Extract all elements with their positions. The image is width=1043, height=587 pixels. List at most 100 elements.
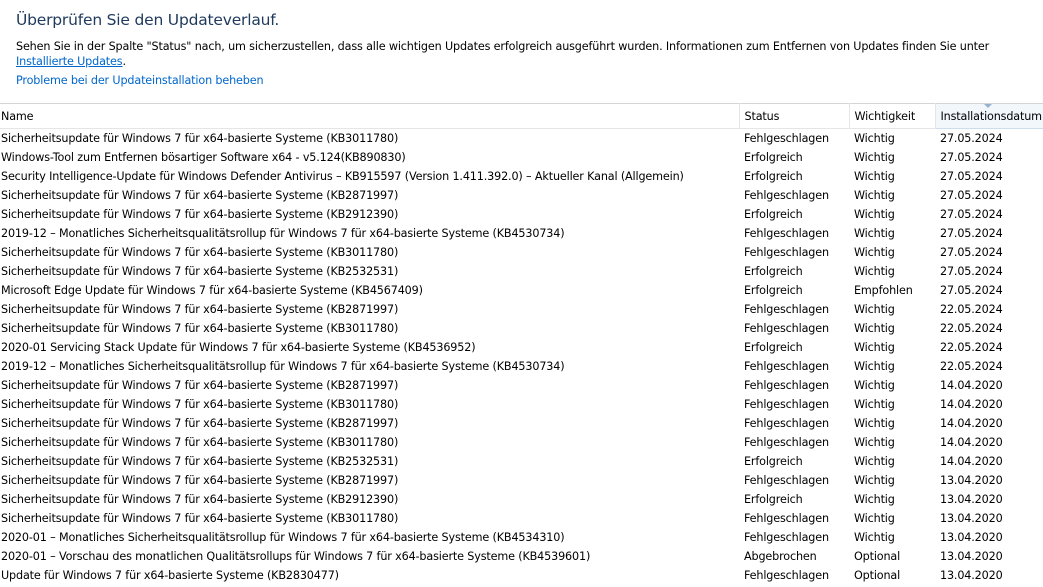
update-importance-cell: Wichtig xyxy=(854,227,895,240)
update-name-cell: Sicherheitsupdate für Windows 7 für x64-… xyxy=(1,322,399,335)
column-header-status[interactable]: Status xyxy=(739,103,850,129)
update-name-cell: Sicherheitsupdate für Windows 7 für x64-… xyxy=(1,189,399,202)
table-row[interactable]: Sicherheitsupdate für Windows 7 für x64-… xyxy=(0,414,1043,433)
table-row[interactable]: Sicherheitsupdate für Windows 7 für x64-… xyxy=(0,319,1043,338)
column-header-name[interactable]: Name xyxy=(0,103,740,129)
update-status-cell: Fehlgeschlagen xyxy=(744,398,829,411)
update-date-cell: 27.05.2024 xyxy=(940,284,1003,297)
update-status-cell: Fehlgeschlagen xyxy=(744,303,829,316)
table-row[interactable]: 2019-12 – Monatliches Sicherheitsqualitä… xyxy=(0,224,1043,243)
update-status-cell: Erfolgreich xyxy=(744,284,803,297)
update-name-cell: Sicherheitsupdate für Windows 7 für x64-… xyxy=(1,455,399,468)
update-importance-cell: Wichtig xyxy=(854,398,895,411)
update-date-cell: 27.05.2024 xyxy=(940,189,1003,202)
update-date-cell: 13.04.2020 xyxy=(940,550,1003,563)
update-date-cell: 13.04.2020 xyxy=(940,512,1003,525)
update-status-cell: Fehlgeschlagen xyxy=(744,360,829,373)
update-date-cell: 27.05.2024 xyxy=(940,151,1003,164)
update-date-cell: 14.04.2020 xyxy=(940,417,1003,430)
update-status-cell: Erfolgreich xyxy=(744,493,803,506)
update-name-cell: Sicherheitsupdate für Windows 7 für x64-… xyxy=(1,132,399,145)
update-name-cell: 2020-01 – Vorschau des monatlichen Quali… xyxy=(1,550,591,563)
column-header-importance[interactable]: Wichtigkeit xyxy=(849,103,936,129)
update-date-cell: 13.04.2020 xyxy=(940,474,1003,487)
update-name-cell: Sicherheitsupdate für Windows 7 für x64-… xyxy=(1,436,399,449)
column-header-date[interactable]: Installationsdatum xyxy=(935,103,1043,129)
update-status-cell: Erfolgreich xyxy=(744,170,803,183)
troubleshoot-link[interactable]: Probleme bei der Updateinstallation behe… xyxy=(16,74,264,87)
update-importance-cell: Wichtig xyxy=(854,531,895,544)
update-date-cell: 27.05.2024 xyxy=(940,227,1003,240)
update-status-cell: Fehlgeschlagen xyxy=(744,322,829,335)
table-row[interactable]: Sicherheitsupdate für Windows 7 für x64-… xyxy=(0,509,1043,528)
table-row[interactable]: Update für Windows 7 für x64-basierte Sy… xyxy=(0,566,1043,585)
update-name-cell: Sicherheitsupdate für Windows 7 für x64-… xyxy=(1,265,399,278)
update-date-cell: 14.04.2020 xyxy=(940,398,1003,411)
update-date-cell: 13.04.2020 xyxy=(940,493,1003,506)
description-end: . xyxy=(122,55,126,68)
update-date-cell: 22.05.2024 xyxy=(940,360,1003,373)
update-importance-cell: Wichtig xyxy=(854,455,895,468)
table-row[interactable]: Sicherheitsupdate für Windows 7 für x64-… xyxy=(0,471,1043,490)
update-date-cell: 14.04.2020 xyxy=(940,379,1003,392)
update-importance-cell: Wichtig xyxy=(854,246,895,259)
update-date-cell: 13.04.2020 xyxy=(940,569,1003,582)
update-name-cell: 2019-12 – Monatliches Sicherheitsqualitä… xyxy=(1,227,565,240)
update-status-cell: Erfolgreich xyxy=(744,455,803,468)
table-row[interactable]: Sicherheitsupdate für Windows 7 für x64-… xyxy=(0,262,1043,281)
table-row[interactable]: Sicherheitsupdate für Windows 7 für x64-… xyxy=(0,433,1043,452)
update-importance-cell: Wichtig xyxy=(854,417,895,430)
update-name-cell: 2019-12 – Monatliches Sicherheitsqualitä… xyxy=(1,360,565,373)
update-date-cell: 27.05.2024 xyxy=(940,132,1003,145)
description-text: Sehen Sie in der Spalte "Status" nach, u… xyxy=(16,40,990,53)
table-row[interactable]: Windows-Tool zum Entfernen bösartiger So… xyxy=(0,148,1043,167)
update-importance-cell: Wichtig xyxy=(854,170,895,183)
update-status-cell: Fehlgeschlagen xyxy=(744,246,829,259)
table-row[interactable]: 2020-01 – Vorschau des monatlichen Quali… xyxy=(0,547,1043,566)
table-row[interactable]: 2020-01 Servicing Stack Update für Windo… xyxy=(0,338,1043,357)
sort-descending-icon xyxy=(983,104,992,108)
update-date-cell: 14.04.2020 xyxy=(940,455,1003,468)
update-importance-cell: Optional xyxy=(854,550,901,563)
update-status-cell: Fehlgeschlagen xyxy=(744,474,829,487)
page-header: Überprüfen Sie den Updateverlauf. Sehen … xyxy=(0,0,1043,103)
column-header-date-label: Installationsdatum xyxy=(940,109,1043,123)
update-name-cell: Sicherheitsupdate für Windows 7 für x64-… xyxy=(1,208,399,221)
update-importance-cell: Empfohlen xyxy=(854,284,913,297)
table-row[interactable]: Sicherheitsupdate für Windows 7 für x64-… xyxy=(0,243,1043,262)
table-row[interactable]: 2019-12 – Monatliches Sicherheitsqualitä… xyxy=(0,357,1043,376)
update-importance-cell: Wichtig xyxy=(854,379,895,392)
update-name-cell: Sicherheitsupdate für Windows 7 für x64-… xyxy=(1,417,399,430)
table-row[interactable]: Sicherheitsupdate für Windows 7 für x64-… xyxy=(0,395,1043,414)
table-row[interactable]: Sicherheitsupdate für Windows 7 für x64-… xyxy=(0,452,1043,471)
update-importance-cell: Wichtig xyxy=(854,493,895,506)
table-row[interactable]: Security Intelligence-Update für Windows… xyxy=(0,167,1043,186)
update-importance-cell: Wichtig xyxy=(854,360,895,373)
update-status-cell: Erfolgreich xyxy=(744,208,803,221)
update-date-cell: 27.05.2024 xyxy=(940,208,1003,221)
table-row[interactable]: Microsoft Edge Update für Windows 7 für … xyxy=(0,281,1043,300)
update-status-cell: Erfolgreich xyxy=(744,151,803,164)
table-row[interactable]: Sicherheitsupdate für Windows 7 für x64-… xyxy=(0,490,1043,509)
update-importance-cell: Wichtig xyxy=(854,341,895,354)
update-importance-cell: Wichtig xyxy=(854,474,895,487)
update-status-cell: Fehlgeschlagen xyxy=(744,417,829,430)
update-status-cell: Fehlgeschlagen xyxy=(744,436,829,449)
update-date-cell: 22.05.2024 xyxy=(940,303,1003,316)
update-name-cell: Sicherheitsupdate für Windows 7 für x64-… xyxy=(1,493,399,506)
update-importance-cell: Wichtig xyxy=(854,265,895,278)
table-row[interactable]: 2020-01 – Monatliches Sicherheitsqualitä… xyxy=(0,528,1043,547)
update-name-cell: Sicherheitsupdate für Windows 7 für x64-… xyxy=(1,512,399,525)
table-row[interactable]: Sicherheitsupdate für Windows 7 für x64-… xyxy=(0,300,1043,319)
description: Sehen Sie in der Spalte "Status" nach, u… xyxy=(16,39,1031,69)
update-status-cell: Fehlgeschlagen xyxy=(744,189,829,202)
table-row[interactable]: Sicherheitsupdate für Windows 7 für x64-… xyxy=(0,129,1043,149)
update-date-cell: 22.05.2024 xyxy=(940,341,1003,354)
update-status-cell: Fehlgeschlagen xyxy=(744,569,829,582)
table-row[interactable]: Sicherheitsupdate für Windows 7 für x64-… xyxy=(0,186,1043,205)
update-importance-cell: Wichtig xyxy=(854,322,895,335)
installed-updates-link[interactable]: Installierte Updates xyxy=(16,55,123,68)
table-row[interactable]: Sicherheitsupdate für Windows 7 für x64-… xyxy=(0,376,1043,395)
update-status-cell: Abgebrochen xyxy=(744,550,817,563)
table-row[interactable]: Sicherheitsupdate für Windows 7 für x64-… xyxy=(0,205,1043,224)
